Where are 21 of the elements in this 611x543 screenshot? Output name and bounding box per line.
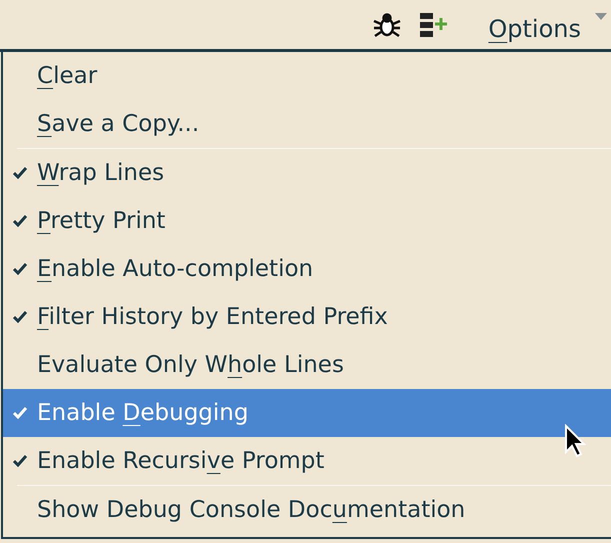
menu-item[interactable]: Wrap Lines [3, 149, 611, 197]
add-lines-icon[interactable] [420, 12, 448, 38]
pointer-icon [564, 424, 586, 458]
checkmark-icon [13, 455, 27, 467]
checkmark-icon [13, 311, 27, 323]
menu-item[interactable]: Save a Copy... [3, 100, 611, 148]
menu-item[interactable]: Enable Auto-completion [3, 245, 611, 293]
menu-item[interactable]: Show Debug Console Documentation [3, 486, 611, 534]
options-menu[interactable]: Options [488, 4, 607, 44]
menu-item[interactable]: Clear [3, 52, 611, 100]
menu-item[interactable]: Filter History by Entered Prefix [3, 293, 611, 341]
checkmark-icon [13, 215, 27, 227]
caret-icon [595, 12, 607, 20]
checkmark-icon [13, 167, 27, 179]
checkmark-icon [13, 263, 27, 275]
checkmark-icon [13, 407, 27, 419]
bug-icon[interactable] [372, 12, 402, 38]
menu-item[interactable]: Pretty Print [3, 197, 611, 245]
menu-item[interactable]: Evaluate Only Whole Lines [3, 341, 611, 389]
menu-item[interactable]: Enable Recursive Prompt [3, 437, 611, 485]
menu-item[interactable]: Enable Debugging [3, 389, 611, 437]
